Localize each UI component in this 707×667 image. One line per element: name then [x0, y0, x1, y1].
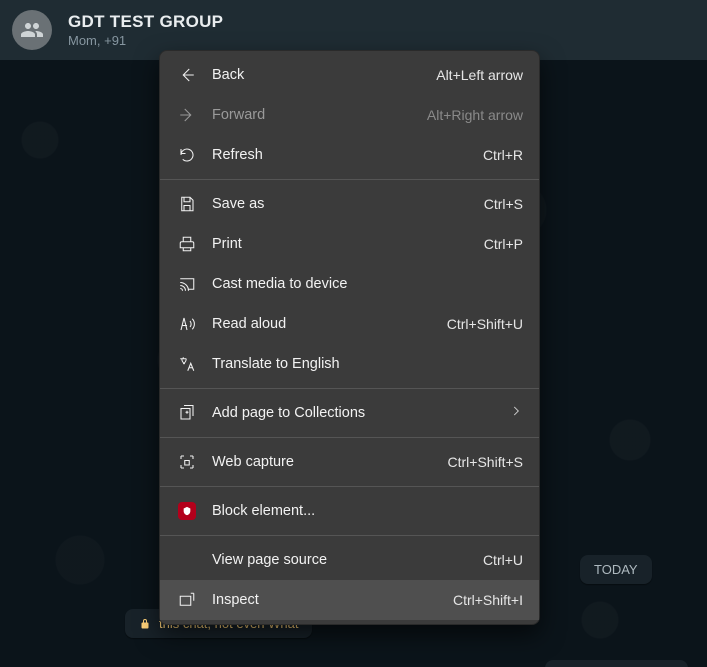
ctx-read-aloud-shortcut: Ctrl+Shift+U: [447, 316, 523, 332]
collections-icon: [176, 403, 198, 423]
ctx-separator: [160, 486, 539, 487]
ctx-read-aloud[interactable]: Read aloud Ctrl+Shift+U: [160, 304, 539, 344]
blank-icon: [176, 550, 198, 570]
ctx-translate[interactable]: Translate to English: [160, 344, 539, 384]
ctx-separator: [160, 388, 539, 389]
chevron-right-icon: [509, 404, 523, 422]
ctx-print[interactable]: Print Ctrl+P: [160, 224, 539, 264]
arrow-right-icon: [176, 105, 198, 125]
ctx-forward-label: Forward: [212, 107, 427, 123]
group-created-notice: u created this group: [545, 660, 688, 667]
ctx-save-as-label: Save as: [212, 196, 484, 212]
ctx-separator: [160, 179, 539, 180]
ctx-separator: [160, 535, 539, 536]
ctx-refresh[interactable]: Refresh Ctrl+R: [160, 135, 539, 175]
save-icon: [176, 194, 198, 214]
group-icon: [20, 18, 44, 42]
translate-icon: [176, 354, 198, 374]
arrow-left-icon: [176, 65, 198, 85]
ctx-cast[interactable]: Cast media to device: [160, 264, 539, 304]
cast-icon: [176, 274, 198, 294]
ctx-web-capture[interactable]: Web capture Ctrl+Shift+S: [160, 442, 539, 482]
ublock-icon: [176, 501, 198, 521]
ctx-back-label: Back: [212, 67, 436, 83]
inspect-icon: [176, 590, 198, 610]
ctx-back-shortcut: Alt+Left arrow: [436, 67, 523, 83]
chat-title-block[interactable]: GDT TEST GROUP Mom, +91: [68, 12, 223, 48]
ctx-inspect[interactable]: Inspect Ctrl+Shift+I: [160, 580, 539, 620]
ctx-web-capture-label: Web capture: [212, 454, 448, 470]
ctx-collections-label: Add page to Collections: [212, 405, 509, 421]
ctx-forward-shortcut: Alt+Right arrow: [427, 107, 523, 123]
web-capture-icon: [176, 452, 198, 472]
chat-subtitle: Mom, +91: [68, 33, 223, 48]
chat-title: GDT TEST GROUP: [68, 12, 223, 32]
ctx-back[interactable]: Back Alt+Left arrow: [160, 55, 539, 95]
ctx-collections[interactable]: Add page to Collections: [160, 393, 539, 433]
ctx-refresh-label: Refresh: [212, 147, 483, 163]
ctx-translate-label: Translate to English: [212, 356, 523, 372]
ctx-refresh-shortcut: Ctrl+R: [483, 147, 523, 163]
ctx-inspect-shortcut: Ctrl+Shift+I: [453, 592, 523, 608]
ctx-block-element[interactable]: Block element...: [160, 491, 539, 531]
ctx-print-shortcut: Ctrl+P: [484, 236, 523, 252]
ctx-forward: Forward Alt+Right arrow: [160, 95, 539, 135]
ctx-separator: [160, 437, 539, 438]
ctx-cast-label: Cast media to device: [212, 276, 523, 292]
ctx-save-as[interactable]: Save as Ctrl+S: [160, 184, 539, 224]
print-icon: [176, 234, 198, 254]
read-aloud-icon: [176, 314, 198, 334]
ctx-view-source-label: View page source: [212, 552, 483, 568]
ctx-view-source-shortcut: Ctrl+U: [483, 552, 523, 568]
ctx-web-capture-shortcut: Ctrl+Shift+S: [448, 454, 523, 470]
ctx-view-source[interactable]: View page source Ctrl+U: [160, 540, 539, 580]
lock-icon: [139, 618, 151, 630]
date-pill: TODAY: [580, 555, 652, 584]
ctx-read-aloud-label: Read aloud: [212, 316, 447, 332]
ctx-inspect-label: Inspect: [212, 592, 453, 608]
date-pill-label: TODAY: [594, 562, 638, 577]
browser-context-menu: Back Alt+Left arrow Forward Alt+Right ar…: [159, 50, 540, 625]
ctx-save-as-shortcut: Ctrl+S: [484, 196, 523, 212]
ctx-block-element-label: Block element...: [212, 503, 523, 519]
refresh-icon: [176, 145, 198, 165]
ctx-print-label: Print: [212, 236, 484, 252]
group-avatar[interactable]: [12, 10, 52, 50]
